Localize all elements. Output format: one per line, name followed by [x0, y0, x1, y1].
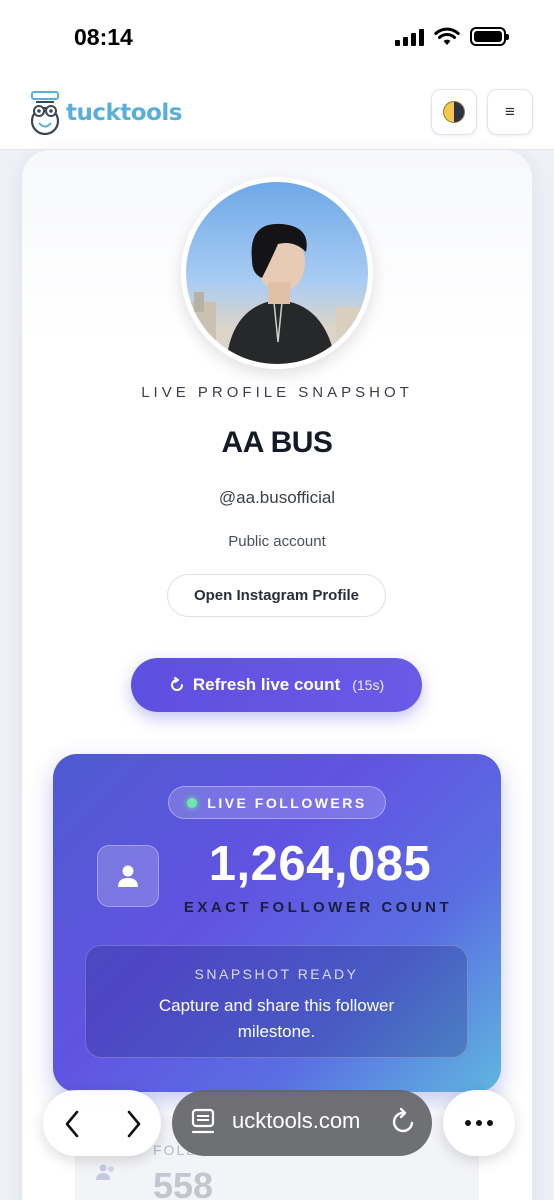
battery-icon — [470, 27, 509, 46]
status-icons — [395, 27, 509, 46]
profile-name: AA BUS — [221, 426, 333, 459]
following-count: 558 — [153, 1165, 214, 1200]
live-followers-label: LIVE FOLLOWERS — [207, 794, 367, 811]
refresh-timer: (15s) — [352, 677, 385, 693]
refresh-icon — [170, 677, 183, 691]
users-icon — [96, 1164, 114, 1180]
hamburger-icon: ≡ — [505, 102, 515, 121]
forward-button[interactable] — [114, 1104, 154, 1144]
wifi-icon — [434, 27, 460, 45]
refresh-live-count-button[interactable]: Refresh live count (15s) — [131, 658, 422, 712]
chevron-right-icon — [127, 1110, 141, 1138]
snapshot-ready-text: Capture and share this follower mileston… — [158, 996, 395, 1041]
live-followers-badge: LIVE FOLLOWERS — [168, 786, 386, 819]
open-instagram-profile-button[interactable]: Open Instagram Profile — [167, 574, 386, 617]
chevron-left-icon — [65, 1110, 79, 1138]
url-text: ucktools.com — [232, 1108, 361, 1133]
site-header: tucktools ≡ — [0, 76, 554, 150]
back-button[interactable] — [52, 1104, 92, 1144]
live-indicator-dot — [187, 797, 198, 808]
snapshot-ready-title: SNAPSHOT READY — [194, 966, 359, 982]
half-moon-icon — [443, 101, 465, 123]
owl-logo-icon — [30, 91, 60, 136]
exact-follower-count-label: EXACT FOLLOWER COUNT — [183, 899, 453, 916]
brand-logo[interactable]: tucktools — [28, 90, 182, 136]
profile-avatar — [181, 177, 373, 369]
user-icon — [118, 865, 138, 887]
brand-name: tucktools — [66, 100, 182, 126]
status-time: 08:14 — [74, 24, 133, 50]
account-type: Public account — [228, 533, 326, 550]
profile-handle: @aa.busofficial — [218, 488, 336, 507]
reload-icon[interactable] — [390, 1107, 418, 1137]
theme-toggle-button[interactable] — [431, 89, 477, 135]
user-icon-box — [97, 845, 159, 907]
status-bar: 08:14 — [0, 0, 554, 76]
cellular-signal-icon — [395, 28, 424, 46]
follower-count: 1,264,085 — [208, 837, 432, 891]
snapshot-label: LIVE PROFILE SNAPSHOT — [141, 384, 413, 401]
more-dots-icon — [465, 1120, 471, 1126]
refresh-button-label: Refresh live count — [192, 675, 341, 694]
reader-icon[interactable] — [190, 1107, 218, 1137]
menu-button[interactable]: ≡ — [487, 89, 533, 135]
more-options-button[interactable] — [443, 1090, 515, 1156]
